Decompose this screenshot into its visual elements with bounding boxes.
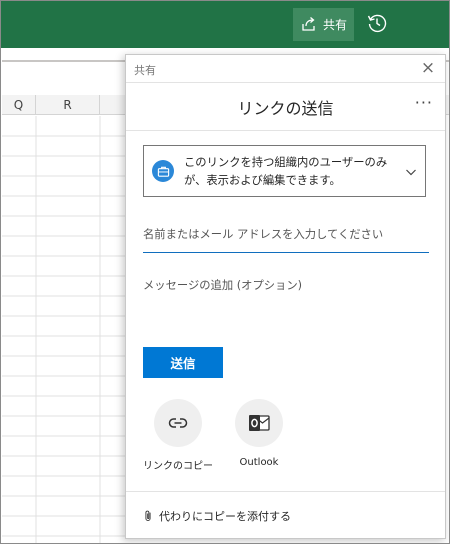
column-header-r[interactable]: R: [36, 95, 100, 115]
attach-copy-label: 代わりにコピーを添付する: [159, 510, 291, 523]
copy-link-label: リンクのコピー: [143, 461, 213, 472]
copy-link-icon: [154, 399, 202, 447]
share-icon: [300, 15, 317, 35]
panel-header: 共有 ×: [126, 55, 445, 83]
link-permission-selector[interactable]: このリンクを持つ組織内のユーザーのみが、表示および編集できます。: [143, 145, 426, 197]
ribbon-bar: 共有: [1, 1, 449, 48]
message-input[interactable]: [143, 277, 429, 337]
share-panel: 共有 × リンクの送信 ··· このリンクを持つ組織内のユーザーのみが、表示およ…: [125, 54, 446, 539]
outlook-icon: [235, 399, 283, 447]
send-button[interactable]: 送信: [143, 347, 223, 378]
panel-header-label: 共有: [134, 64, 156, 77]
recipient-name-input[interactable]: [143, 223, 429, 253]
share-button-label: 共有: [322, 18, 347, 32]
outlook-button[interactable]: Outlook: [224, 399, 294, 468]
more-options-icon[interactable]: ···: [415, 93, 433, 112]
panel-title: リンクの送信: [237, 99, 334, 118]
column-header-q[interactable]: Q: [2, 95, 36, 115]
history-icon[interactable]: [365, 11, 389, 35]
chevron-down-icon: [406, 169, 416, 176]
app-window: 共有 Q R 共有 × リンクの送信 ··· このリンクを持つ組織内のユーザーの…: [0, 0, 450, 544]
copy-link-button[interactable]: リンクのコピー: [143, 399, 213, 472]
panel-title-bar: リンクの送信 ···: [126, 83, 445, 131]
close-icon[interactable]: ×: [419, 59, 437, 77]
panel-footer: 代わりにコピーを添付する: [126, 491, 445, 538]
outlook-label: Outlook: [239, 457, 279, 468]
attach-copy-link[interactable]: 代わりにコピーを添付する: [143, 508, 291, 524]
link-permission-text: このリンクを持つ組織内のユーザーのみが、表示および編集できます。: [184, 156, 388, 187]
briefcase-icon: [152, 160, 174, 182]
paperclip-icon: [145, 510, 151, 522]
share-button[interactable]: 共有: [293, 8, 354, 41]
